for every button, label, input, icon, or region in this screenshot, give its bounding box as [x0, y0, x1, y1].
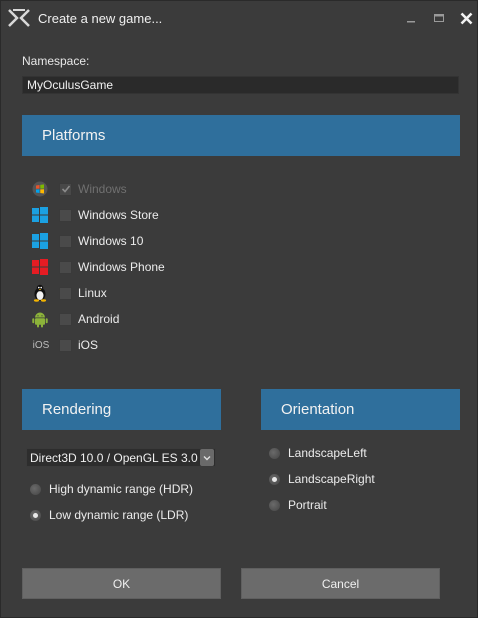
landscape-right-label: LandscapeRight: [288, 472, 375, 486]
checkmark-icon: [61, 185, 70, 193]
platform-windows-store-label: Windows Store: [78, 208, 159, 222]
windows-logo-icon: [31, 180, 49, 198]
platform-ios-checkbox[interactable]: [59, 338, 72, 352]
ok-button[interactable]: OK: [22, 568, 221, 599]
platform-windows-label: Windows: [78, 182, 127, 196]
namespace-label: Namespace:: [22, 54, 90, 68]
platform-windows-phone-label: Windows Phone: [78, 260, 165, 274]
hdr-label: High dynamic range (HDR): [49, 482, 194, 496]
platform-linux-checkbox[interactable]: [59, 286, 72, 300]
minimize-button[interactable]: [403, 10, 419, 26]
ldr-label: Low dynamic range (LDR): [49, 508, 189, 522]
maximize-button[interactable]: [431, 10, 447, 26]
chevron-down-icon: [203, 455, 211, 460]
create-game-dialog: Create a new game... Namespace: Platform…: [0, 0, 478, 618]
platform-ios-label: iOS: [78, 338, 99, 352]
platform-android-checkbox[interactable]: [59, 312, 72, 326]
platform-windows-10-checkbox[interactable]: [59, 234, 72, 248]
windows-10-icon: [31, 232, 49, 250]
cancel-button[interactable]: Cancel: [241, 568, 440, 599]
platform-android-label: Android: [78, 312, 120, 326]
landscape-right-option[interactable]: LandscapeRight: [269, 471, 375, 487]
hdr-radio-option[interactable]: High dynamic range (HDR): [30, 481, 193, 497]
platform-windows-phone[interactable]: Windows Phone: [31, 257, 165, 277]
portrait-option[interactable]: Portrait: [269, 497, 327, 513]
ios-icon: iOS: [32, 339, 50, 351]
ldr-radio-option[interactable]: Low dynamic range (LDR): [30, 507, 188, 523]
hdr-radio[interactable]: [30, 483, 41, 495]
title-bar[interactable]: Create a new game...: [1, 1, 478, 35]
namespace-input[interactable]: [22, 76, 459, 94]
orientation-header: Orientation: [261, 389, 460, 430]
xenko-x-icon: [8, 9, 30, 27]
landscape-left-option[interactable]: LandscapeLeft: [269, 445, 367, 461]
portrait-label: Portrait: [288, 498, 327, 512]
dropdown-button[interactable]: [200, 449, 214, 466]
maximize-icon: [434, 14, 444, 22]
platform-ios[interactable]: iOS iOS: [31, 335, 98, 355]
window-title: Create a new game...: [38, 11, 163, 26]
rendering-header: Rendering: [22, 389, 221, 430]
platform-windows-10[interactable]: Windows 10: [31, 231, 143, 251]
android-icon: [31, 310, 49, 328]
platform-android[interactable]: Android: [31, 309, 119, 329]
platform-windows-phone-checkbox[interactable]: [59, 260, 72, 274]
landscape-right-radio[interactable]: [269, 473, 280, 485]
platform-windows-10-label: Windows 10: [78, 234, 144, 248]
close-icon: [460, 12, 472, 24]
portrait-radio[interactable]: [269, 499, 280, 511]
ldr-radio[interactable]: [30, 509, 41, 521]
platform-windows-store[interactable]: Windows Store: [31, 205, 159, 225]
platform-windows[interactable]: Windows: [31, 179, 127, 199]
close-button[interactable]: [458, 10, 474, 26]
platform-linux[interactable]: Linux: [31, 283, 107, 303]
graphics-profile-select[interactable]: Direct3D 10.0 / OpenGL ES 3.0: [26, 448, 216, 467]
linux-tux-icon: [31, 284, 49, 302]
platforms-header: Platforms: [22, 115, 460, 156]
platform-windows-checkbox: [59, 182, 72, 196]
platform-windows-store-checkbox[interactable]: [59, 208, 72, 222]
landscape-left-radio[interactable]: [269, 447, 280, 459]
graphics-profile-value: Direct3D 10.0 / OpenGL ES 3.0: [30, 450, 198, 465]
windows-store-icon: [31, 206, 49, 224]
windows-phone-icon: [31, 258, 49, 276]
landscape-left-label: LandscapeLeft: [288, 446, 367, 460]
platform-linux-label: Linux: [78, 286, 107, 300]
minimize-icon: [407, 21, 415, 23]
